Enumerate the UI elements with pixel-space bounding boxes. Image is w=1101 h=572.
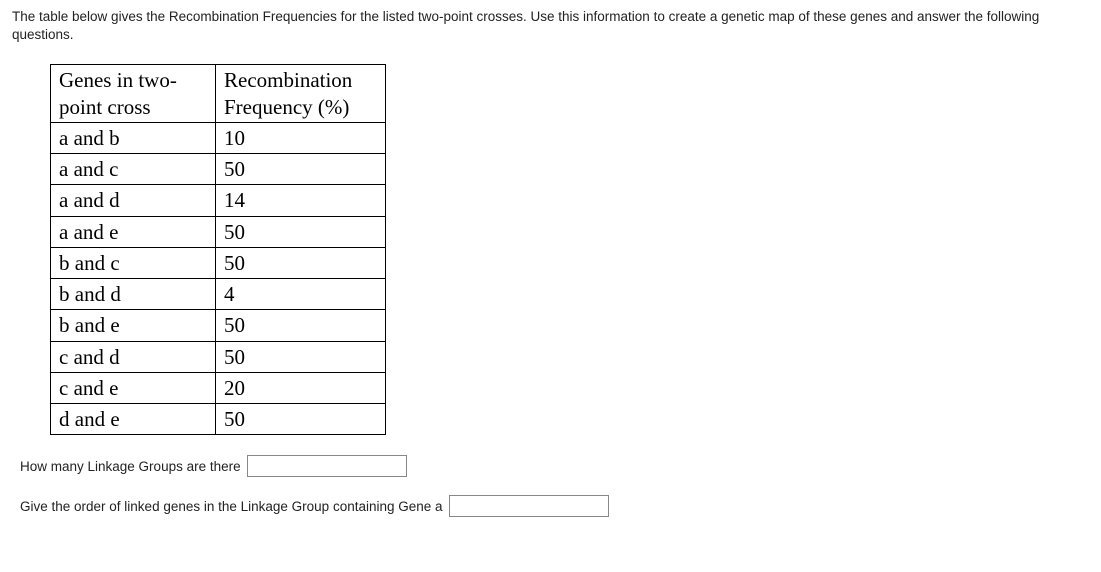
question-2-input[interactable] <box>449 495 609 517</box>
table-row: d and e 50 <box>51 404 386 435</box>
table-row: b and d 4 <box>51 279 386 310</box>
cell-genes: b and c <box>51 247 216 278</box>
cell-genes: b and d <box>51 279 216 310</box>
cell-genes: a and d <box>51 185 216 216</box>
cell-freq: 50 <box>216 247 386 278</box>
table-row: a and b 10 <box>51 122 386 153</box>
cell-genes: d and e <box>51 404 216 435</box>
table-header-row: Genes in two-point cross Recombination F… <box>51 65 386 123</box>
table-row: c and e 20 <box>51 372 386 403</box>
question-1-row: How many Linkage Groups are there <box>20 455 1089 477</box>
question-1-input[interactable] <box>247 455 407 477</box>
cell-freq: 10 <box>216 122 386 153</box>
header-genes: Genes in two-point cross <box>51 65 216 123</box>
cell-genes: c and d <box>51 341 216 372</box>
cell-freq: 50 <box>216 341 386 372</box>
table-row: a and e 50 <box>51 216 386 247</box>
recombination-table: Genes in two-point cross Recombination F… <box>50 64 386 435</box>
cell-genes: c and e <box>51 372 216 403</box>
recombination-table-wrap: Genes in two-point cross Recombination F… <box>50 64 1089 435</box>
cell-freq: 50 <box>216 310 386 341</box>
question-2-row: Give the order of linked genes in the Li… <box>20 495 1089 517</box>
cell-freq: 20 <box>216 372 386 403</box>
header-frequency: Recombination Frequency (%) <box>216 65 386 123</box>
cell-genes: a and e <box>51 216 216 247</box>
cell-genes: b and e <box>51 310 216 341</box>
question-1-label: How many Linkage Groups are there <box>20 459 241 474</box>
instructions-text: The table below gives the Recombination … <box>12 8 1089 44</box>
cell-freq: 4 <box>216 279 386 310</box>
table-row: b and c 50 <box>51 247 386 278</box>
table-row: c and d 50 <box>51 341 386 372</box>
cell-freq: 50 <box>216 154 386 185</box>
table-row: b and e 50 <box>51 310 386 341</box>
table-row: a and c 50 <box>51 154 386 185</box>
question-2-label: Give the order of linked genes in the Li… <box>20 499 443 514</box>
cell-freq: 14 <box>216 185 386 216</box>
cell-freq: 50 <box>216 404 386 435</box>
table-row: a and d 14 <box>51 185 386 216</box>
cell-freq: 50 <box>216 216 386 247</box>
cell-genes: a and b <box>51 122 216 153</box>
cell-genes: a and c <box>51 154 216 185</box>
